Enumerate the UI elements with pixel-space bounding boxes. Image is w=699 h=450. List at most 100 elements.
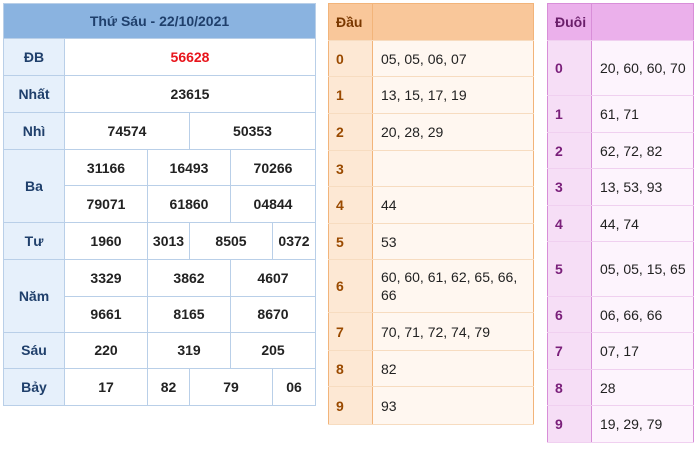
dau-key: 2 bbox=[328, 113, 373, 151]
dau-values: 20, 28, 29 bbox=[372, 113, 534, 151]
dau-header-row: Đầu bbox=[328, 3, 534, 41]
dau-values: 60, 60, 61, 62, 65, 66, 66 bbox=[372, 259, 534, 313]
duoi-values: 07, 17 bbox=[591, 332, 694, 370]
duoi-row: 8 28 bbox=[547, 369, 694, 406]
duoi-values: 20, 60, 60, 70 bbox=[591, 40, 694, 96]
prize-number: 79071 bbox=[64, 185, 148, 224]
dau-row: 0 05, 05, 06, 07 bbox=[328, 40, 534, 77]
prize-number: 1960 bbox=[64, 222, 148, 260]
prize-number: 205 bbox=[230, 331, 316, 369]
prize-label: Bảy bbox=[3, 367, 65, 407]
duoi-row: 6 06, 66, 66 bbox=[547, 296, 694, 333]
prize-number: 70266 bbox=[230, 149, 316, 187]
prize-number: 8670 bbox=[230, 295, 316, 333]
dau-row: 7 70, 71, 72, 74, 79 bbox=[328, 312, 534, 351]
prize-number: 220 bbox=[64, 331, 148, 369]
dau-values bbox=[372, 150, 534, 187]
prize-label: Sáu bbox=[3, 331, 65, 369]
lottery-results-table: Thứ Sáu - 22/10/2021 ĐB 56628 Nhất 23615… bbox=[3, 2, 316, 407]
results-header-row: Thứ Sáu - 22/10/2021 bbox=[3, 2, 316, 40]
prize-number: 3862 bbox=[147, 258, 231, 297]
prize-label: Ba bbox=[3, 149, 65, 224]
duoi-row: 4 44, 74 bbox=[547, 205, 694, 242]
dau-key: 6 bbox=[328, 259, 373, 313]
duoi-key: 0 bbox=[547, 40, 592, 96]
prize-number: 79 bbox=[189, 367, 273, 407]
dau-key: 0 bbox=[328, 40, 373, 77]
duoi-values: 19, 29, 79 bbox=[591, 405, 694, 443]
dau-values: 82 bbox=[372, 350, 534, 387]
duoi-row: 2 62, 72, 82 bbox=[547, 132, 694, 169]
dau-row: 4 44 bbox=[328, 186, 534, 224]
dau-key: 9 bbox=[328, 386, 373, 425]
prize-label: ĐB bbox=[3, 38, 65, 77]
dau-header-spacer bbox=[372, 3, 534, 41]
prize-number: 4607 bbox=[230, 258, 316, 297]
duoi-key: 9 bbox=[547, 405, 592, 443]
prize-number: 04844 bbox=[230, 185, 316, 224]
dau-values: 93 bbox=[372, 386, 534, 425]
prize-row-tu: Tư 1960 3013 8505 0372 bbox=[3, 222, 316, 260]
dau-header: Đầu bbox=[328, 3, 373, 41]
dau-row: 5 53 bbox=[328, 223, 534, 260]
dau-key: 8 bbox=[328, 350, 373, 387]
duoi-values: 06, 66, 66 bbox=[591, 296, 694, 333]
prize-number: 3329 bbox=[64, 258, 148, 297]
duoi-key: 3 bbox=[547, 168, 592, 206]
prize-number: 61860 bbox=[147, 185, 231, 224]
duoi-values: 62, 72, 82 bbox=[591, 132, 694, 169]
dau-row: 2 20, 28, 29 bbox=[328, 113, 534, 151]
prize-number: 74574 bbox=[64, 112, 190, 151]
prize-row-nam: Năm 3329 3862 4607 bbox=[3, 258, 316, 333]
prize-row-nhat: Nhất 23615 bbox=[3, 75, 316, 114]
prize-number: 8165 bbox=[147, 295, 231, 333]
dau-table: Đầu 0 05, 05, 06, 07 1 13, 15, 17, 19 2 20,… bbox=[328, 3, 534, 425]
dau-row: 3 bbox=[328, 150, 534, 187]
duoi-key: 2 bbox=[547, 132, 592, 169]
dau-key: 5 bbox=[328, 223, 373, 260]
duoi-values: 05, 05, 15, 65 bbox=[591, 241, 694, 297]
prize-row-nhi: Nhì 74574 50353 bbox=[3, 112, 316, 151]
prize-label: Nhì bbox=[3, 112, 65, 151]
dau-key: 3 bbox=[328, 150, 373, 187]
duoi-row: 7 07, 17 bbox=[547, 332, 694, 370]
prize-number: 31166 bbox=[64, 149, 148, 187]
results-date-title: Thứ Sáu - 22/10/2021 bbox=[3, 2, 316, 40]
dau-key: 4 bbox=[328, 186, 373, 224]
dau-key: 1 bbox=[328, 76, 373, 114]
prize-number: 3013 bbox=[147, 222, 190, 260]
duoi-key: 8 bbox=[547, 369, 592, 406]
prize-row-ba: Ba 31166 16493 70266 bbox=[3, 149, 316, 224]
prize-number: 9661 bbox=[64, 295, 148, 333]
dau-values: 44 bbox=[372, 186, 534, 224]
prize-number: 82 bbox=[147, 367, 190, 407]
prize-number: 06 bbox=[272, 367, 316, 407]
prize-label: Tư bbox=[3, 222, 65, 260]
prize-row-sau: Sáu 220 319 205 bbox=[3, 331, 316, 369]
dau-values: 05, 05, 06, 07 bbox=[372, 40, 534, 77]
duoi-key: 6 bbox=[547, 296, 592, 333]
dau-row: 8 82 bbox=[328, 350, 534, 387]
duoi-header: Đuôi bbox=[547, 3, 592, 41]
prize-number: 8505 bbox=[189, 222, 273, 260]
duoi-row: 3 13, 53, 93 bbox=[547, 168, 694, 206]
dau-row: 9 93 bbox=[328, 386, 534, 425]
prize-number: 319 bbox=[147, 331, 231, 369]
prize-label: Năm bbox=[3, 258, 65, 333]
duoi-row: 1 61, 71 bbox=[547, 95, 694, 133]
duoi-table: Đuôi 0 20, 60, 60, 70 1 61, 71 2 62, 72, 82… bbox=[547, 3, 694, 443]
dau-values: 70, 71, 72, 74, 79 bbox=[372, 312, 534, 351]
duoi-values: 61, 71 bbox=[591, 95, 694, 133]
duoi-values: 28 bbox=[591, 369, 694, 406]
prize-row-db: ĐB 56628 bbox=[3, 38, 316, 77]
duoi-header-row: Đuôi bbox=[547, 3, 694, 41]
duoi-key: 5 bbox=[547, 241, 592, 297]
prize-number: 17 bbox=[64, 367, 148, 407]
duoi-key: 4 bbox=[547, 205, 592, 242]
duoi-header-spacer bbox=[591, 3, 694, 41]
duoi-row: 9 19, 29, 79 bbox=[547, 405, 694, 443]
dau-key: 7 bbox=[328, 312, 373, 351]
duoi-row: 0 20, 60, 60, 70 bbox=[547, 40, 694, 96]
prize-number: 0372 bbox=[272, 222, 316, 260]
prize-number: 23615 bbox=[64, 75, 316, 114]
